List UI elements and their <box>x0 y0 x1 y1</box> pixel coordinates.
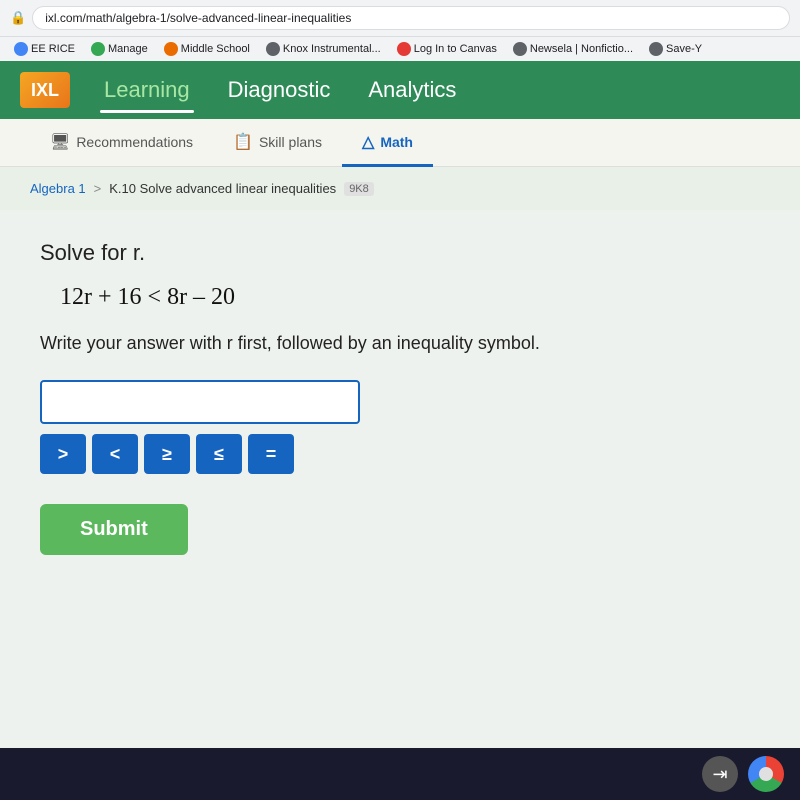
breadcrumb-parent[interactable]: Algebra 1 <box>30 181 86 196</box>
instruction: Write your answer with r first, followed… <box>40 331 760 356</box>
breadcrumb: Algebra 1 > K.10 Solve advanced linear i… <box>0 167 800 210</box>
answer-input[interactable] <box>40 380 360 424</box>
bookmark-canvas[interactable]: Log In to Canvas <box>391 40 503 58</box>
symbol-greater-equal[interactable]: ≥ <box>144 434 190 474</box>
ixl-nav: IXL Learning Diagnostic Analytics <box>0 61 800 119</box>
bookmark-middle-school[interactable]: Middle School <box>158 40 256 58</box>
bookmark-manage[interactable]: Manage <box>85 40 154 58</box>
symbol-greater-than[interactable]: > <box>40 434 86 474</box>
breadcrumb-badge: 9K8 <box>344 182 374 196</box>
symbol-less-than[interactable]: < <box>92 434 138 474</box>
symbol-buttons: > < ≥ ≤ = <box>40 434 360 474</box>
nav-analytics[interactable]: Analytics <box>364 71 460 109</box>
middle-school-icon <box>164 42 178 56</box>
answer-area: > < ≥ ≤ = <box>40 380 360 474</box>
breadcrumb-chevron: > <box>94 181 102 196</box>
equation: 12r + 16 < 8r – 20 <box>40 284 760 311</box>
taskbar: ⇥ <box>0 748 800 800</box>
save-icon <box>649 42 663 56</box>
webpage: IXL Learning Diagnostic Analytics 🖥 Reco… <box>0 61 800 748</box>
sub-nav: 🖥 Recommendations 📋 Skill plans △ Math <box>0 119 800 167</box>
nav-learning[interactable]: Learning <box>100 71 194 109</box>
recommendations-icon: 🖥 <box>50 132 70 152</box>
chrome-icon[interactable] <box>748 756 784 792</box>
url-bar[interactable]: ixl.com/math/algebra-1/solve-advanced-li… <box>32 6 790 30</box>
tab-recommendations[interactable]: 🖥 Recommendations <box>30 119 213 167</box>
main-content: Solve for r. 12r + 16 < 8r – 20 Write yo… <box>0 210 800 748</box>
symbol-equals[interactable]: = <box>248 434 294 474</box>
tab-math[interactable]: △ Math <box>342 119 433 167</box>
canvas-icon <box>397 42 411 56</box>
knox-icon <box>266 42 280 56</box>
problem-title: Solve for r. <box>40 240 760 266</box>
math-icon: △ <box>362 132 374 152</box>
lock-icon: 🔒 <box>10 10 26 26</box>
manage-icon <box>91 42 105 56</box>
ee-rice-icon <box>14 42 28 56</box>
newsela-icon <box>513 42 527 56</box>
bookmark-save[interactable]: Save-Y <box>643 40 708 58</box>
nav-diagnostic[interactable]: Diagnostic <box>224 71 335 109</box>
ixl-logo[interactable]: IXL <box>20 72 70 108</box>
tab-skill-plans[interactable]: 📋 Skill plans <box>213 119 342 167</box>
browser-chrome: 🔒 ixl.com/math/algebra-1/solve-advanced-… <box>0 0 800 61</box>
bookmarks-bar: EE RICEManageMiddle SchoolKnox Instrumen… <box>0 36 800 61</box>
bookmark-knox[interactable]: Knox Instrumental... <box>260 40 387 58</box>
breadcrumb-current: K.10 Solve advanced linear inequalities <box>109 181 336 196</box>
bookmark-newsela[interactable]: Newsela | Nonfictio... <box>507 40 639 58</box>
share-icon[interactable]: ⇥ <box>702 756 738 792</box>
skill-plans-icon: 📋 <box>233 132 253 152</box>
symbol-less-equal[interactable]: ≤ <box>196 434 242 474</box>
submit-button[interactable]: Submit <box>40 504 188 555</box>
address-bar: 🔒 ixl.com/math/algebra-1/solve-advanced-… <box>0 0 800 36</box>
bookmark-ee-rice[interactable]: EE RICE <box>8 40 81 58</box>
